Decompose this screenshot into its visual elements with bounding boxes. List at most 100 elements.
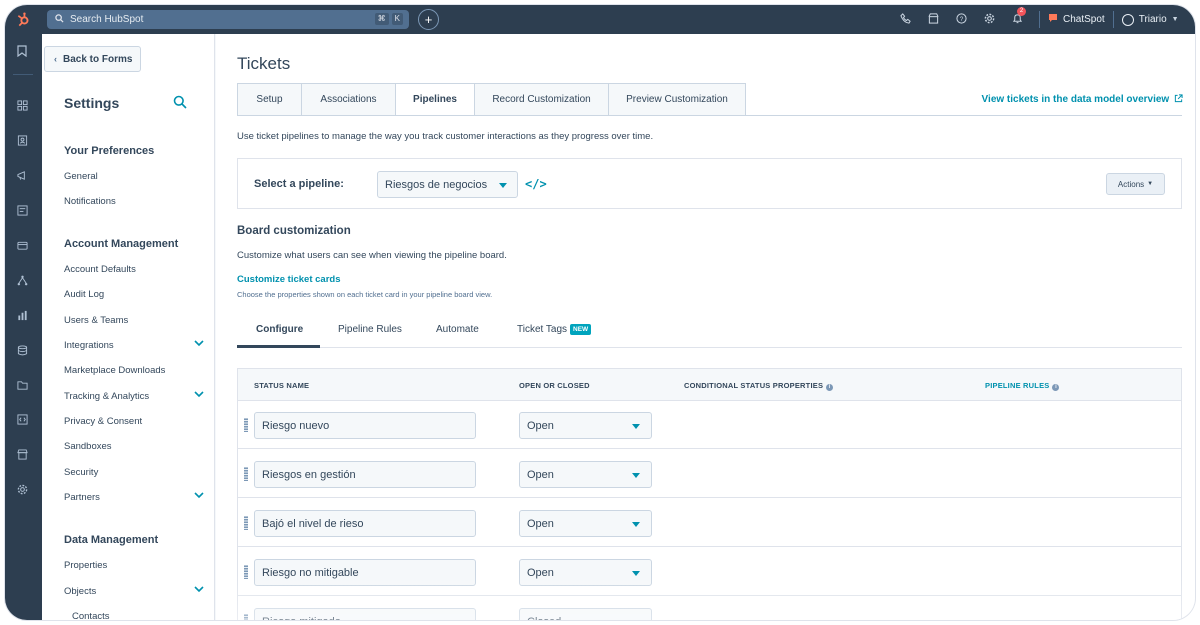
subtab-configure[interactable]: Configure [256,324,303,335]
drag-handle-icon[interactable] [244,565,248,579]
gear-icon[interactable] [975,13,1003,27]
sidebar-item-tracking-analytics[interactable]: Tracking & Analytics [64,391,204,402]
subtab-ticket-tags[interactable]: Ticket Tags NEW [517,324,592,335]
tab-setup[interactable]: Setup [237,83,301,116]
status-name-input[interactable]: Bajó el nivel de rieso [254,510,476,537]
automation-icon[interactable] [15,275,29,289]
chevron-down-icon [194,339,204,350]
chatspot-button[interactable]: ChatSpot [1048,13,1105,26]
status-name-input[interactable]: Riesgo nuevo [254,412,476,439]
content-icon[interactable] [15,205,29,219]
drag-handle-icon[interactable] [244,516,248,530]
active-subtab-indicator [237,345,320,348]
tab-preview-customization[interactable]: Preview Customization [608,83,746,116]
table-row: Bajó el nivel de rieso Open [238,499,1181,547]
tab-pipelines[interactable]: Pipelines [395,83,474,116]
folder-icon[interactable] [15,380,29,394]
customize-ticket-cards-link[interactable]: Customize ticket cards [237,274,340,285]
shortcut-key-k: K [391,13,403,25]
actions-dropdown-button[interactable]: Actions ▼ [1106,173,1165,195]
page-title: Tickets [237,54,291,73]
sidebar-section-account-management: Account Management [64,238,179,250]
sidebar-section-your-preferences: Your Preferences [64,145,155,157]
data-model-overview-link[interactable]: View tickets in the data model overview [982,94,1183,105]
column-header-pipeline-rules: PIPELINE RULES i [985,381,1060,391]
sidebar-item-contacts[interactable]: Contacts [72,611,202,620]
sidebar-item-users-teams[interactable]: Users & Teams [64,315,194,326]
sidebar-item-security[interactable]: Security [64,467,194,478]
account-menu[interactable]: Triario ▼ [1121,13,1179,26]
open-closed-select[interactable]: Closed [519,608,652,620]
tab-associations[interactable]: Associations [301,83,395,116]
status-name-input[interactable]: Riesgo no mitigable [254,559,476,586]
sidebar-item-label: Partners [64,492,100,503]
new-badge: NEW [570,324,592,335]
open-closed-value: Open [527,566,554,579]
sidebar-item-general[interactable]: General [64,171,194,182]
contacts-icon[interactable] [15,135,29,149]
open-closed-select[interactable]: Open [519,559,652,586]
hubspot-logo-icon[interactable] [5,5,41,34]
database-icon[interactable] [15,345,29,359]
sidebar-item-privacy-consent[interactable]: Privacy & Consent [64,416,194,427]
sidebar-item-label: Tracking & Analytics [64,391,150,402]
sidebar-item-objects[interactable]: Objects [64,586,204,597]
subtab-automate[interactable]: Automate [436,324,479,335]
table-row: Riesgos en gestión Open [238,450,1181,498]
help-icon[interactable]: ? [947,12,975,27]
commerce-icon[interactable] [15,240,29,254]
chatspot-icon [1048,13,1058,26]
app-window: Search HubSpot ⌘ K + ? 2 ChatSpot Triari… [5,5,1195,620]
grid-icon[interactable] [15,100,29,114]
tabs-divider [237,115,1182,116]
status-name-input[interactable]: Riesgos en gestión [254,461,476,488]
bell-icon[interactable]: 2 [1003,6,1031,27]
subtab-pipeline-rules[interactable]: Pipeline Rules [338,324,402,335]
info-icon[interactable]: i [1052,384,1060,391]
tab-record-customization[interactable]: Record Customization [474,83,608,116]
reports-icon[interactable] [15,310,29,324]
caret-down-icon [632,424,640,429]
overview-link-label: View tickets in the data model overview [981,94,1170,105]
caret-down-icon [499,183,507,188]
external-link-icon [1172,94,1183,105]
sidebar-item-integrations[interactable]: Integrations [64,340,204,351]
embed-code-icon[interactable]: </> [525,177,547,191]
sidebar-item-notifications[interactable]: Notifications [64,196,194,207]
code-icon[interactable] [15,414,29,428]
drag-handle-icon[interactable] [244,467,248,481]
sidebar-item-label: Integrations [64,340,114,351]
global-search-input[interactable]: Search HubSpot ⌘ K [47,10,409,29]
sidebar-item-account-defaults[interactable]: Account Defaults [64,264,194,275]
megaphone-icon[interactable] [15,170,29,184]
bookmark-icon[interactable] [15,45,29,59]
info-icon[interactable]: i [826,384,834,391]
chevron-down-icon: ▼ [1171,16,1179,23]
open-closed-select[interactable]: Open [519,461,652,488]
back-to-forms-button[interactable]: ‹ Back to Forms [44,46,141,72]
open-closed-select[interactable]: Open [519,412,652,439]
open-closed-value: Closed [527,616,561,621]
search-icon[interactable] [173,95,187,109]
pipeline-select[interactable]: Riesgos de negocios [377,171,518,198]
sidebar-item-marketplace-downloads[interactable]: Marketplace Downloads [64,365,194,376]
rail-divider [13,74,33,75]
board-customization-description: Customize what users can see when viewin… [237,250,507,261]
settings-icon[interactable] [15,484,29,498]
store-icon[interactable] [15,449,29,463]
create-new-button[interactable]: + [418,9,439,30]
phone-icon[interactable] [891,12,919,27]
actions-label: Actions [1117,179,1145,189]
status-name-input[interactable]: Riesgo mitigado [254,608,476,620]
settings-sidebar: ‹ Back to Forms Settings Your Preference… [42,34,215,620]
sidebar-item-partners[interactable]: Partners [64,492,204,503]
sidebar-item-properties[interactable]: Properties [64,560,194,571]
drag-handle-icon[interactable] [244,418,248,432]
top-navigation-bar: Search HubSpot ⌘ K + ? 2 ChatSpot Triari… [5,5,1195,34]
open-closed-select[interactable]: Open [519,510,652,537]
sidebar-item-sandboxes[interactable]: Sandboxes [64,441,194,452]
sidebar-item-audit-log[interactable]: Audit Log [64,289,194,300]
drag-handle-icon[interactable] [244,614,248,620]
marketplace-icon[interactable] [919,12,947,27]
avatar [1121,13,1134,26]
